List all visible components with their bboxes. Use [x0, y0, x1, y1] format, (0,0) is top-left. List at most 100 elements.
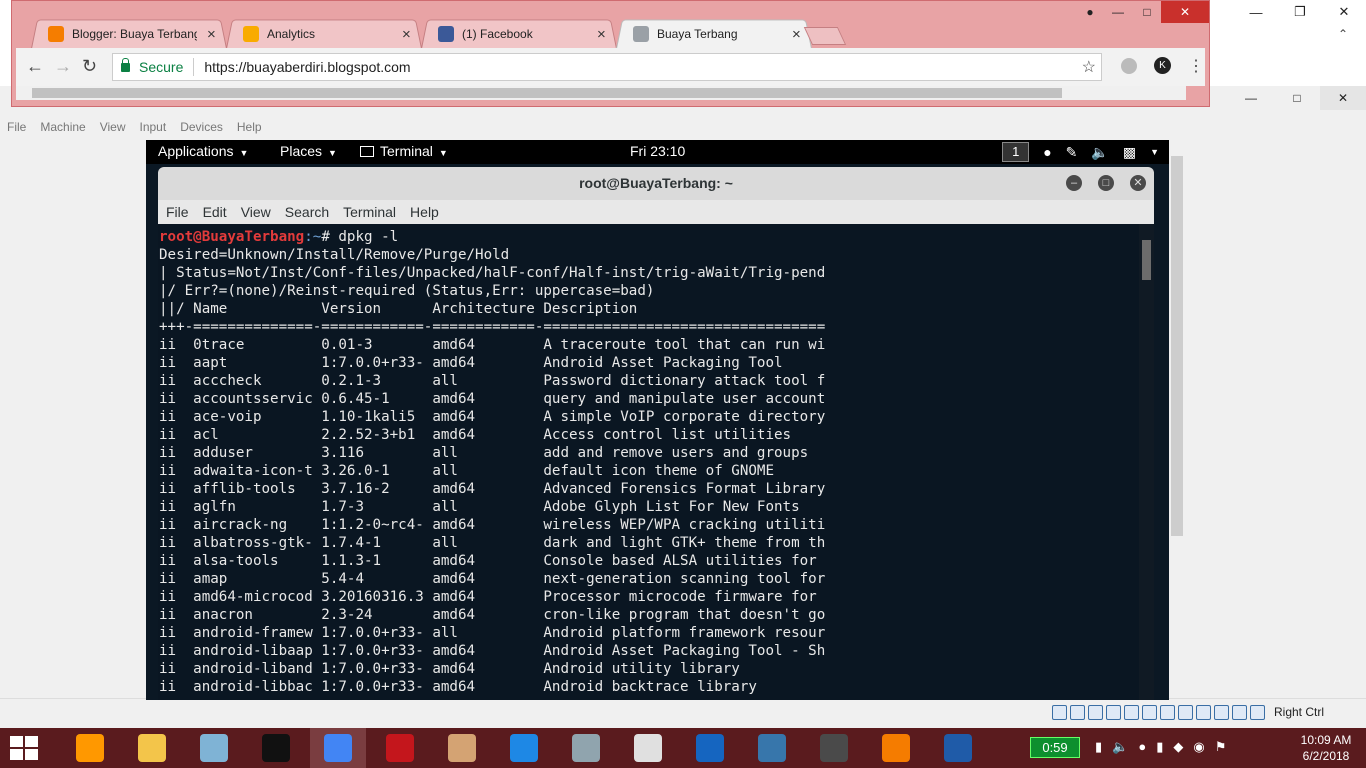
terminal-menu-view[interactable]: View	[241, 204, 279, 220]
address-bar[interactable]: Secure https://buayaberdiri.blogspot.com…	[112, 53, 1102, 81]
video-camera-icon[interactable]: ●	[1043, 144, 1051, 160]
menu-input[interactable]: Input	[133, 120, 174, 138]
tab-close-icon[interactable]: ×	[792, 26, 801, 43]
places-menu[interactable]: Places ▼	[280, 143, 337, 159]
browser-tab[interactable]: (1) Facebook ×	[420, 19, 618, 50]
tab-close-icon[interactable]: ×	[402, 26, 411, 43]
menu-file[interactable]: File	[0, 120, 33, 138]
scrollbar-thumb[interactable]	[32, 88, 1062, 98]
audio-icon[interactable]	[1087, 704, 1103, 720]
battery-icon[interactable]: ▮	[1156, 739, 1163, 755]
guest-display[interactable]: Applications ▼ Places ▼ Terminal ▼ Fri 23:1…	[146, 140, 1169, 700]
shared-folder-icon[interactable]	[1141, 704, 1157, 720]
browser-tab[interactable]: Buaya Terbang ×	[615, 19, 813, 50]
chevron-down-icon[interactable]: ▼	[1150, 147, 1159, 157]
minimize-icon[interactable]: —	[1103, 1, 1133, 23]
close-icon[interactable]: ✕	[1322, 0, 1366, 24]
scrollbar-thumb[interactable]	[1142, 240, 1151, 280]
menu-machine[interactable]: Machine	[33, 120, 92, 138]
antivirus-icon[interactable]: ◆	[1173, 739, 1183, 755]
taskbar-app-internet-explorer[interactable]	[496, 728, 552, 768]
maximize-icon[interactable]: □	[1274, 86, 1320, 110]
gnome-clock[interactable]: Fri 23:10	[630, 143, 685, 159]
display-icon[interactable]	[1159, 704, 1175, 720]
network-icon[interactable]	[1105, 704, 1121, 720]
terminal-menu-edit[interactable]: Edit	[203, 204, 235, 220]
close-icon[interactable]: ✕	[1161, 1, 1209, 23]
minimize-icon[interactable]: —	[1234, 0, 1278, 24]
browser-tab[interactable]: Blogger: Buaya Terbang ×	[30, 19, 228, 50]
menu-help[interactable]: Help	[230, 120, 269, 138]
taskbar-app-garena[interactable]	[372, 728, 428, 768]
profile-icon[interactable]: ●	[1077, 1, 1103, 23]
host-window-scrollbar[interactable]	[1350, 140, 1366, 716]
taskbar-clock[interactable]: 10:09 AM 6/2/2018	[1296, 732, 1356, 764]
forward-icon[interactable]: →	[54, 56, 72, 77]
minimize-icon[interactable]: –	[1066, 175, 1082, 191]
tab-close-icon[interactable]: ×	[597, 26, 606, 43]
taskbar-app-command-prompt[interactable]	[248, 728, 304, 768]
terminal-app-menu[interactable]: Terminal ▼	[360, 143, 448, 159]
browser-tab[interactable]: Analytics ×	[225, 19, 423, 50]
optical-drive-icon[interactable]	[1069, 704, 1085, 720]
extension-icon[interactable]	[1121, 58, 1137, 74]
video-capture-icon[interactable]	[1177, 704, 1193, 720]
new-tab-button[interactable]	[803, 27, 847, 45]
reload-icon[interactable]: ↻	[82, 56, 97, 77]
terminal-output[interactable]: root@BuayaTerbang:~# dpkg -l Desired=Unkn…	[158, 224, 1139, 700]
recording-icon[interactable]	[1195, 704, 1211, 720]
maximize-icon[interactable]: □	[1098, 175, 1114, 191]
menu-view[interactable]: View	[93, 120, 133, 138]
virtualbox-vertical-scrollbar[interactable]	[1168, 140, 1186, 698]
taskbar-app-python[interactable]	[744, 728, 800, 768]
tab-close-icon[interactable]: ×	[207, 26, 216, 43]
terminal-scrollbar[interactable]	[1139, 224, 1154, 700]
terminal-menu-terminal[interactable]: Terminal	[343, 204, 404, 220]
taskbar-app-virtualbox[interactable]	[930, 728, 986, 768]
flag-icon[interactable]: ⚑	[1215, 739, 1227, 755]
clipboard-icon[interactable]: ▩	[1123, 144, 1136, 161]
maximize-icon[interactable]: □	[1133, 1, 1161, 23]
cpu-icon[interactable]	[1213, 704, 1229, 720]
taskbar-app-compass-app[interactable]	[620, 728, 676, 768]
signal-icon[interactable]: ▮	[1095, 739, 1102, 755]
network-icon[interactable]: ●	[1138, 739, 1146, 755]
taskbar-app-notepad[interactable]	[186, 728, 242, 768]
taskbar-app-file-explorer[interactable]	[124, 728, 180, 768]
terminal-menu-file[interactable]: File	[166, 204, 197, 220]
taskbar-app-media-player[interactable]	[868, 728, 924, 768]
close-icon[interactable]: ✕	[1130, 175, 1146, 191]
back-icon[interactable]: ←	[26, 56, 44, 77]
url-text[interactable]: https://buayaberdiri.blogspot.com	[204, 59, 410, 75]
windows-start-icon[interactable]	[10, 736, 38, 760]
timer-badge[interactable]: 0:59	[1030, 737, 1080, 758]
workspace-indicator[interactable]: 1	[1002, 142, 1030, 162]
taskbar-app-defender[interactable]	[682, 728, 738, 768]
taskbar-app-chrome[interactable]	[310, 728, 366, 768]
more-menu-icon[interactable]: ⋮	[1188, 56, 1204, 76]
chevron-up-icon[interactable]: ⌃	[1338, 27, 1348, 41]
secure-indicator[interactable]: Secure	[121, 57, 183, 75]
restore-icon[interactable]: ❐	[1278, 0, 1322, 24]
terminal-menu-help[interactable]: Help	[410, 204, 447, 220]
taskbar-app-paint[interactable]	[434, 728, 490, 768]
taskbar-app-sublime-text[interactable]	[62, 728, 118, 768]
volume-icon[interactable]: 🔈	[1091, 144, 1108, 161]
taskbar-app-remote-desktop[interactable]	[558, 728, 614, 768]
minimize-icon[interactable]: —	[1228, 86, 1274, 110]
menu-devices[interactable]: Devices	[173, 120, 230, 138]
profile-avatar[interactable]: K	[1154, 57, 1171, 74]
chrome-horizontal-scrollbar[interactable]	[16, 86, 1186, 100]
pen-icon[interactable]: ✎	[1066, 144, 1078, 161]
applications-menu[interactable]: Applications ▼	[158, 143, 248, 159]
taskbar-app-nox[interactable]	[806, 728, 862, 768]
terminal-menu-search[interactable]: Search	[285, 204, 337, 220]
keyboard-icon[interactable]	[1249, 704, 1265, 720]
chrome-tray-icon[interactable]: ◉	[1193, 739, 1204, 755]
close-icon[interactable]: ✕	[1320, 86, 1366, 110]
volume-icon[interactable]: 🔈	[1112, 739, 1128, 755]
mouse-integration-icon[interactable]	[1231, 704, 1247, 720]
bookmark-star-icon[interactable]: ☆	[1082, 57, 1096, 77]
usb-icon[interactable]	[1123, 704, 1139, 720]
hard-disk-icon[interactable]	[1051, 704, 1067, 720]
